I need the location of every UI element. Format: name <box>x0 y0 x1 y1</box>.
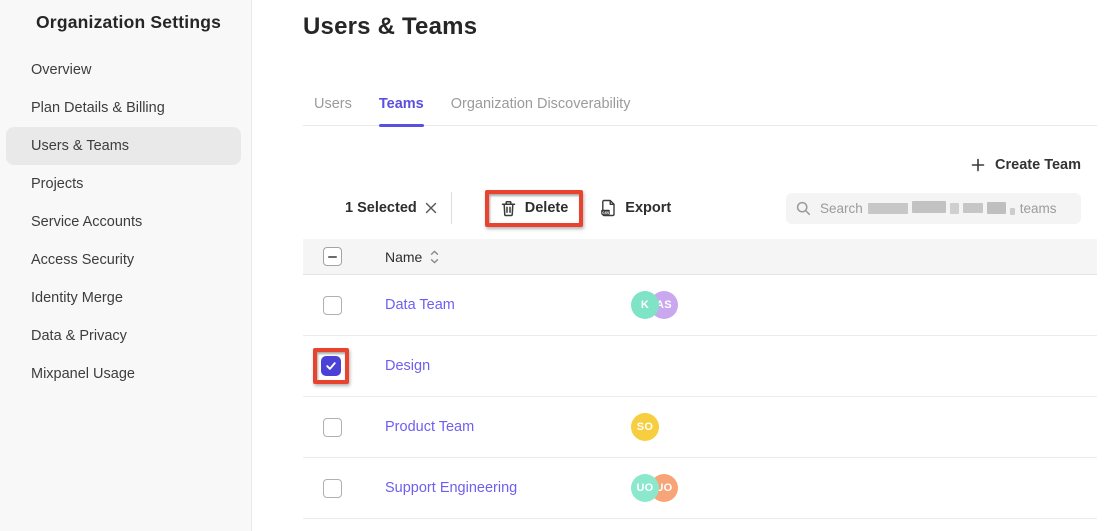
create-team-label: Create Team <box>995 157 1081 173</box>
table-header-row: Name <box>303 239 1097 275</box>
svg-text:csv: csv <box>603 210 611 215</box>
org-settings-sidebar: Organization Settings Overview Plan Deta… <box>0 0 252 531</box>
table-row-data-team: Data Team K AS <box>303 275 1097 336</box>
delete-button[interactable]: Delete <box>489 194 580 223</box>
sidebar-item-plan-details-billing[interactable]: Plan Details & Billing <box>0 89 251 127</box>
avatar: K <box>631 291 659 319</box>
team-name-link[interactable]: Support Engineering <box>385 480 631 496</box>
indeterminate-minus-icon <box>328 256 337 258</box>
row-checkbox[interactable] <box>323 418 342 437</box>
table-row-design: Design <box>303 336 1097 397</box>
toolbar-divider <box>451 192 452 224</box>
trash-icon <box>501 200 516 217</box>
selected-count-label: 1 Selected <box>345 200 417 216</box>
sidebar-nav: Overview Plan Details & Billing Users & … <box>0 51 251 393</box>
tab-users[interactable]: Users <box>314 96 352 125</box>
annotation-highlight-checkbox <box>313 348 349 384</box>
create-team-button[interactable]: Create Team <box>971 157 1081 173</box>
member-avatars: K AS <box>631 291 678 319</box>
tab-teams[interactable]: Teams <box>379 96 424 125</box>
teams-table: Name Data Team K AS <box>303 239 1097 519</box>
actions-row: Create Team <box>303 157 1097 173</box>
sort-icon[interactable] <box>430 250 439 264</box>
sidebar-item-data-privacy[interactable]: Data & Privacy <box>0 317 251 355</box>
close-icon <box>425 202 437 214</box>
sidebar-item-overview[interactable]: Overview <box>0 51 251 89</box>
delete-label: Delete <box>525 200 569 216</box>
sidebar-item-service-accounts[interactable]: Service Accounts <box>0 203 251 241</box>
selection-toolbar: 1 Selected Delete <box>303 186 1097 230</box>
export-label: Export <box>625 200 671 216</box>
member-avatars: SO <box>631 413 659 441</box>
team-name-link[interactable]: Data Team <box>385 297 631 313</box>
row-checkbox-checked[interactable] <box>321 356 341 376</box>
sidebar-title: Organization Settings <box>0 12 251 33</box>
check-icon <box>325 360 337 372</box>
sidebar-item-users-teams[interactable]: Users & Teams <box>6 127 241 165</box>
export-button[interactable]: csv Export <box>600 199 671 217</box>
page-title: Users & Teams <box>303 13 1108 41</box>
search-placeholder-suffix: teams <box>1020 201 1057 216</box>
table-row-product-team: Product Team SO <box>303 397 1097 458</box>
search-placeholder-prefix: Search <box>820 201 863 216</box>
table-row-support-engineering: Support Engineering UO UO <box>303 458 1097 519</box>
search-icon <box>796 201 811 216</box>
select-all-checkbox[interactable] <box>323 247 342 266</box>
tab-bar: Users Teams Organization Discoverability <box>303 96 1097 126</box>
redacted-placeholder-text <box>868 202 1015 215</box>
main-content: Users & Teams Users Teams Organization D… <box>252 0 1108 531</box>
plus-icon <box>971 158 985 172</box>
csv-file-icon: csv <box>600 199 616 217</box>
name-column-header: Name <box>385 249 422 265</box>
team-name-link[interactable]: Product Team <box>385 419 631 435</box>
row-checkbox[interactable] <box>323 479 342 498</box>
annotation-highlight-delete: Delete <box>485 190 584 227</box>
row-checkbox[interactable] <box>323 296 342 315</box>
sidebar-item-mixpanel-usage[interactable]: Mixpanel Usage <box>0 355 251 393</box>
sidebar-item-projects[interactable]: Projects <box>0 165 251 203</box>
sidebar-item-identity-merge[interactable]: Identity Merge <box>0 279 251 317</box>
tab-organization-discoverability[interactable]: Organization Discoverability <box>451 96 631 125</box>
team-name-link[interactable]: Design <box>385 358 631 374</box>
sidebar-item-access-security[interactable]: Access Security <box>0 241 251 279</box>
avatar: SO <box>631 413 659 441</box>
avatar: UO <box>631 474 659 502</box>
clear-selection-button[interactable] <box>425 202 437 214</box>
search-input[interactable]: Search teams <box>786 193 1081 224</box>
member-avatars: UO UO <box>631 474 678 502</box>
